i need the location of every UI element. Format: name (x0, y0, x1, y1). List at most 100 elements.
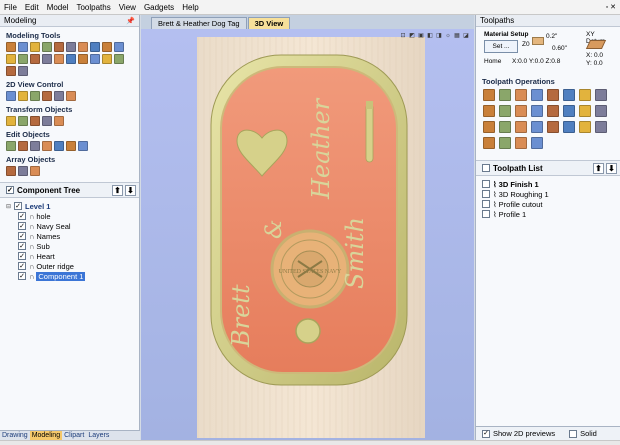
tool-db-icon[interactable] (483, 137, 495, 149)
node-edit-icon[interactable] (18, 141, 28, 151)
iso-view-icon[interactable]: ◩ (408, 32, 416, 40)
tilt-icon[interactable] (18, 54, 28, 64)
menu-gadgets[interactable]: Gadgets (144, 3, 174, 12)
tree-item[interactable]: ✓ ∩ Navy Seal (6, 221, 139, 231)
import-icon[interactable] (6, 42, 16, 52)
menu-model[interactable]: Model (47, 3, 69, 12)
offset-icon[interactable] (90, 54, 100, 64)
render-icon[interactable]: ▦ (453, 32, 461, 40)
toolpath-item[interactable]: ⌇ 3D Finish 1 (476, 179, 620, 189)
center-icon[interactable] (54, 116, 64, 126)
wrap-icon[interactable] (66, 54, 76, 64)
tree-root-checkbox[interactable]: ✓ (14, 202, 22, 210)
tree-item-checkbox[interactable]: ✓ (18, 262, 26, 270)
top-view-icon[interactable]: ▣ (417, 32, 425, 40)
toolpath-item[interactable]: ⌇ Profile cutout (476, 199, 620, 209)
tree-item-checkbox[interactable]: ✓ (18, 252, 26, 260)
merge-icon[interactable] (114, 42, 124, 52)
toolpath-checkbox[interactable] (482, 180, 490, 188)
tab-dog-tag-2d[interactable]: Brett & Heather Dog Tag (151, 17, 247, 29)
menu-toolpaths[interactable]: Toolpaths (76, 3, 110, 12)
zoom-fit-icon[interactable] (6, 91, 16, 101)
move-up-button[interactable]: ⬆ (112, 184, 123, 196)
tree-item-checkbox[interactable]: ✓ (18, 222, 26, 230)
bake-icon[interactable] (42, 54, 52, 64)
pan-icon[interactable] (54, 91, 64, 101)
menu-edit[interactable]: Edit (25, 3, 39, 12)
save-toolpath-icon[interactable] (579, 121, 591, 133)
drill-icon[interactable] (515, 89, 527, 101)
scale-icon[interactable] (18, 116, 28, 126)
refresh-icon[interactable] (66, 91, 76, 101)
recalc-icon[interactable] (499, 137, 511, 149)
vector-icon[interactable] (18, 66, 28, 76)
zoom-box-icon[interactable] (42, 91, 52, 101)
3d-profile-icon[interactable] (515, 105, 527, 117)
finishing-icon[interactable] (483, 105, 495, 117)
fade-icon[interactable] (6, 54, 16, 64)
toolpath-item[interactable]: ⌇ 3D Roughing 1 (476, 189, 620, 199)
clear-icon[interactable] (531, 137, 543, 149)
fluting-icon[interactable] (563, 89, 575, 101)
zoom-out-icon[interactable] (30, 91, 40, 101)
delete-icon[interactable] (78, 141, 88, 151)
ungroup-icon[interactable] (42, 141, 52, 151)
toolpath-checkbox[interactable] (482, 190, 490, 198)
solid-checkbox[interactable] (569, 429, 578, 438)
circular-array-icon[interactable] (18, 166, 28, 176)
component-icon[interactable] (30, 42, 40, 52)
menu-file[interactable]: File (4, 3, 17, 12)
merge-icon[interactable] (483, 121, 495, 133)
component-tree-checkbox[interactable]: ✓ (6, 186, 14, 194)
toolpath-down-button[interactable]: ⬇ (606, 162, 617, 174)
vcarve-icon[interactable] (531, 89, 543, 101)
zoom-in-icon[interactable] (18, 91, 28, 101)
tree-item-checkbox[interactable]: ✓ (18, 212, 26, 220)
tiling-icon[interactable] (499, 121, 511, 133)
sculpt-icon[interactable] (66, 42, 76, 52)
edit-icon[interactable] (563, 105, 575, 117)
group-icon[interactable] (30, 141, 40, 151)
toolpath-checkbox[interactable] (482, 200, 490, 208)
menu-view[interactable]: View (119, 3, 136, 12)
xy-datum-icon[interactable] (585, 40, 607, 49)
zoom-fit-icon[interactable]: ⊡ (399, 32, 407, 40)
tree-item-checkbox[interactable]: ✓ (18, 242, 26, 250)
tree-item-checkbox[interactable]: ✓ (18, 272, 26, 280)
copy-along-icon[interactable] (30, 166, 40, 176)
tree-item[interactable]: ✓ ∩ hole (6, 211, 139, 221)
tab-clipart[interactable]: Clipart (62, 431, 86, 440)
pocket-icon[interactable] (499, 89, 511, 101)
distort-icon[interactable] (78, 54, 88, 64)
show-2d-previews-checkbox[interactable]: ✓ (482, 429, 490, 438)
model-icon[interactable] (18, 42, 28, 52)
tree-root-row[interactable]: ⊟ ✓ Level 1 (6, 201, 139, 211)
prism-icon[interactable] (547, 89, 559, 101)
pin-icon[interactable]: 📌 (126, 17, 135, 25)
shape-icon[interactable] (78, 42, 88, 52)
create-icon[interactable] (102, 54, 112, 64)
tree-item[interactable]: ✓ ∩ Names (6, 231, 139, 241)
select-icon[interactable] (6, 141, 16, 151)
moulding-icon[interactable] (499, 105, 511, 117)
tree-item[interactable]: ✓ ∩ Outer ridge (6, 261, 139, 271)
roughing-icon[interactable] (595, 89, 607, 101)
tab-3d-view[interactable]: 3D View (247, 17, 291, 29)
3d-viewport[interactable]: ⊡ ◩ ▣ ◧ ◨ ☼ ▦ ◪ UNITED STATES NAVY Brett… (141, 29, 474, 440)
texture-icon[interactable] (579, 89, 591, 101)
toolpath-template-icon[interactable] (531, 105, 543, 117)
slab-icon[interactable] (6, 66, 16, 76)
split-icon[interactable] (563, 121, 575, 133)
join-icon[interactable] (54, 141, 64, 151)
summary-icon[interactable] (595, 121, 607, 133)
delete-icon[interactable] (595, 105, 607, 117)
move-icon[interactable] (547, 121, 559, 133)
mirror-icon[interactable] (42, 42, 52, 52)
preview-icon[interactable] (547, 105, 559, 117)
tab-drawing[interactable]: Drawing (0, 431, 30, 440)
slice-icon[interactable] (30, 54, 40, 64)
grid-array-icon[interactable] (6, 166, 16, 176)
rotary-icon[interactable] (531, 121, 543, 133)
toolpath-list-checkbox[interactable] (482, 164, 490, 172)
reset-icon[interactable] (54, 54, 64, 64)
